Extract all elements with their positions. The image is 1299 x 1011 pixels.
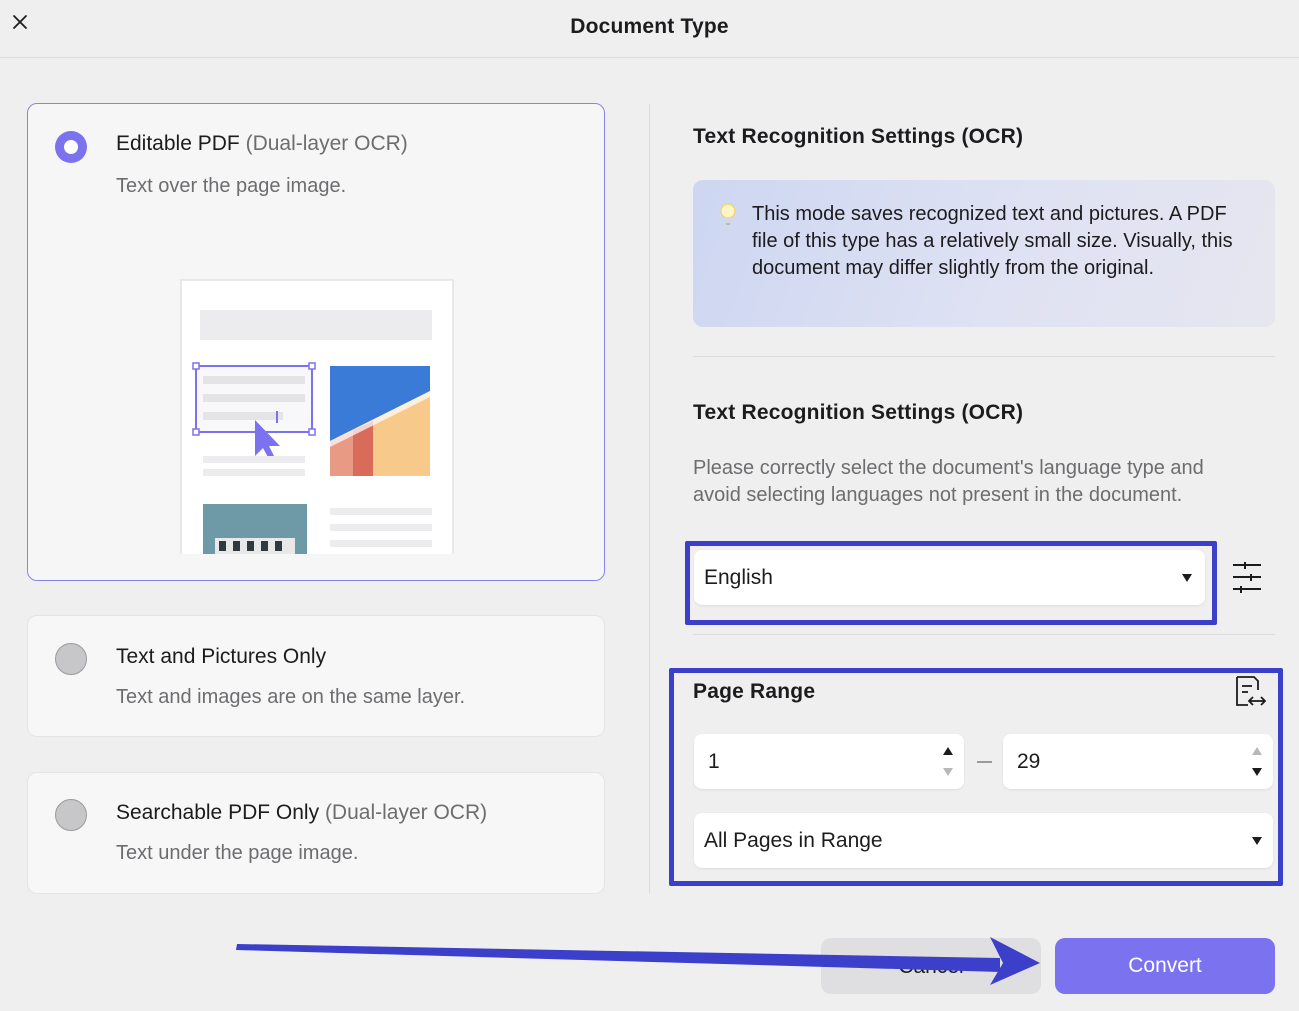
convert-button-label: Convert xyxy=(1128,954,1202,977)
ocr-tip-text: This mode saves recognized text and pict… xyxy=(752,203,1233,279)
ocr-language-description: Please correctly select the document's l… xyxy=(693,457,1204,506)
option-title-main: Editable PDF xyxy=(116,132,240,155)
page-range-from-field[interactable]: 1 xyxy=(694,734,964,789)
cancel-button-label: Cancel xyxy=(898,955,964,978)
option-editable-pdf[interactable]: Editable PDF (Dual-layer OCR) Text over … xyxy=(27,103,605,581)
ocr-language-title: Text Recognition Settings (OCR) xyxy=(693,401,1024,424)
ocr-info-title: Text Recognition Settings (OCR) xyxy=(693,125,1024,148)
option-title: Searchable PDF Only (Dual-layer OCR) xyxy=(116,801,487,825)
page-range-icon[interactable] xyxy=(1232,675,1266,709)
radio-editable-pdf[interactable] xyxy=(55,131,87,163)
lightbulb-icon xyxy=(720,203,736,225)
stepper-up-icon[interactable] xyxy=(1252,747,1262,755)
page-subset-value: All Pages in Range xyxy=(704,829,883,852)
page-range-to-field[interactable]: 29 xyxy=(1003,734,1273,789)
option-title-suffix: (Dual-layer OCR) xyxy=(324,801,488,824)
radio-text-and-pictures[interactable] xyxy=(55,643,87,675)
option-description: Text and images are on the same layer. xyxy=(116,686,466,708)
option-title-suffix: (Dual-layer OCR) xyxy=(245,132,408,155)
stepper-up-icon[interactable] xyxy=(943,747,953,755)
option-title-main: Searchable PDF Only xyxy=(116,801,320,824)
option-title: Editable PDF (Dual-layer OCR) xyxy=(116,132,408,156)
page-from-stepper[interactable] xyxy=(942,747,954,777)
window-title: Document Type xyxy=(570,15,729,38)
option-description: Text under the page image. xyxy=(116,842,359,864)
range-dash xyxy=(977,761,992,763)
option-description: Text over the page image. xyxy=(116,175,347,197)
chevron-down-icon xyxy=(1182,574,1192,582)
title-bar: Document Type xyxy=(0,0,1299,58)
stepper-down-icon[interactable] xyxy=(943,768,953,776)
section-divider xyxy=(693,356,1275,357)
editable-pdf-preview-illustration xyxy=(173,279,463,556)
stepper-down-icon[interactable] xyxy=(1252,768,1262,776)
cancel-button[interactable]: Cancel xyxy=(821,938,1041,994)
language-select[interactable]: English xyxy=(694,550,1205,605)
page-range-from-value: 1 xyxy=(708,750,720,773)
section-divider xyxy=(693,634,1275,635)
page-to-stepper[interactable] xyxy=(1251,747,1263,777)
language-select-value: English xyxy=(704,566,773,589)
chevron-down-icon xyxy=(1252,837,1262,845)
page-range-title: Page Range xyxy=(693,680,816,703)
convert-button[interactable]: Convert xyxy=(1055,938,1275,994)
page-range-to-value: 29 xyxy=(1017,750,1041,773)
option-searchable-pdf[interactable]: Searchable PDF Only (Dual-layer OCR) Tex… xyxy=(27,772,605,894)
page-subset-select[interactable]: All Pages in Range xyxy=(694,813,1273,868)
option-text-and-pictures[interactable]: Text and Pictures Only Text and images a… xyxy=(27,615,605,737)
radio-searchable-pdf[interactable] xyxy=(55,799,87,831)
sliders-icon[interactable] xyxy=(1231,561,1263,595)
option-title: Text and Pictures Only xyxy=(116,645,327,668)
ocr-tip-box: This mode saves recognized text and pict… xyxy=(693,180,1275,327)
pane-divider xyxy=(649,104,650,894)
